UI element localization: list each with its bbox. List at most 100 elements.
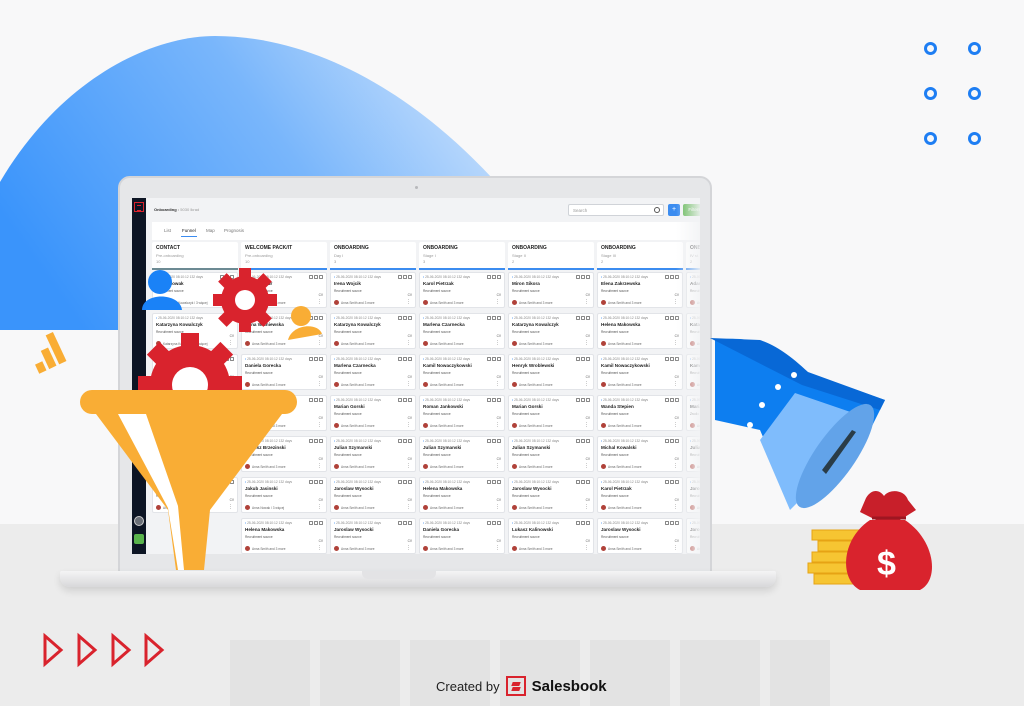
candidate-card[interactable]: 25-06-2020 08:10:12 132 daysAnna Wisniew…	[241, 313, 327, 349]
cv-link[interactable]: CV	[408, 334, 412, 338]
checklist-icon[interactable]	[220, 357, 224, 361]
candidate-card[interactable]: 25-06-2020 08:10:12 132 daysJulian Szyma…	[508, 436, 594, 472]
mail-icon[interactable]	[230, 316, 234, 320]
candidate-card[interactable]: 25-06-2020 08:10:12 132 daysJaroslaw Wys…	[508, 477, 594, 513]
calendar-icon[interactable]	[225, 480, 229, 484]
cv-link[interactable]: CV	[319, 498, 323, 502]
calendar-icon[interactable]	[314, 480, 318, 484]
candidate-name[interactable]: Dariusz Brzezinski	[245, 445, 323, 450]
cv-link[interactable]: CV	[319, 334, 323, 338]
checklist-icon[interactable]	[220, 398, 224, 402]
candidate-name[interactable]: Marlena Czarnecka	[334, 363, 412, 368]
checklist-icon[interactable]	[398, 357, 402, 361]
candidate-name[interactable]: Jaroslaw Wysocki	[601, 527, 679, 532]
cv-link[interactable]: CV	[586, 375, 590, 379]
candidate-name[interactable]: Julian Szymanski	[334, 445, 412, 450]
checklist-icon[interactable]	[576, 439, 580, 443]
candidate-card[interactable]: 25-06-2020 08:10:12 132 daysMarta Wojcik…	[152, 477, 238, 513]
candidate-card[interactable]: 25-06-2020 08:10:12 132 daysDaniela Gore…	[419, 518, 505, 554]
cv-link[interactable]: CV	[586, 293, 590, 297]
candidate-name[interactable]: Kamil Nowaczykowski	[601, 363, 679, 368]
candidate-card[interactable]: 25-06-2020 08:10:12 132 daysJan NowakRec…	[152, 354, 238, 390]
calendar-icon[interactable]	[670, 275, 674, 279]
candidate-name[interactable]: Julian Szymanski	[512, 445, 590, 450]
cv-link[interactable]: CV	[230, 498, 234, 502]
candidate-card[interactable]: 25-06-2020 08:10:12 132 daysHenryk Wrobl…	[508, 354, 594, 390]
candidate-name[interactable]: Katarzyna Kowalczyk	[156, 322, 234, 327]
candidate-card[interactable]: 25-06-2020 08:10:12 132 daysRoman Jankow…	[419, 395, 505, 431]
cv-link[interactable]: CV	[408, 375, 412, 379]
calendar-icon[interactable]	[581, 357, 585, 361]
checklist-icon[interactable]	[309, 521, 313, 525]
calendar-icon[interactable]	[581, 275, 585, 279]
candidate-card[interactable]: 25-06-2020 08:10:12 132 daysJaroslaw Wys…	[330, 518, 416, 554]
calendar-icon[interactable]	[581, 480, 585, 484]
checklist-icon[interactable]	[576, 357, 580, 361]
cv-link[interactable]: CV	[230, 293, 234, 297]
candidate-card[interactable]: 25-06-2020 08:10:12 132 daysIrena Wojcik…	[330, 272, 416, 308]
more-menu-icon[interactable]: ⋮	[495, 505, 500, 510]
cv-link[interactable]: CV	[408, 539, 412, 543]
candidate-name[interactable]: Roman Jankowski	[423, 404, 501, 409]
mail-icon[interactable]	[319, 357, 323, 361]
candidate-name[interactable]: Karol Pietrzak	[423, 281, 501, 286]
mail-icon[interactable]	[230, 439, 234, 443]
mail-icon[interactable]	[408, 521, 412, 525]
breadcrumb-label[interactable]: Onboarding	[154, 207, 177, 212]
breadcrumb[interactable]: Onboarding • 5030 Ikrad	[154, 207, 199, 212]
more-menu-icon[interactable]: ⋮	[317, 382, 322, 387]
checklist-icon[interactable]	[220, 316, 224, 320]
checklist-icon[interactable]	[398, 521, 402, 525]
mail-icon[interactable]	[497, 439, 501, 443]
mail-icon[interactable]	[497, 398, 501, 402]
checklist-icon[interactable]	[309, 480, 313, 484]
checklist-icon[interactable]	[487, 316, 491, 320]
cv-link[interactable]: CV	[586, 416, 590, 420]
more-menu-icon[interactable]: ⋮	[228, 382, 233, 387]
candidate-name[interactable]: Piotr Lewandowski	[156, 404, 234, 409]
column-header[interactable]: WELCOME PACK/IT Pre-onboarding 10	[241, 242, 327, 270]
more-menu-icon[interactable]: ⋮	[228, 300, 233, 305]
calendar-icon[interactable]	[225, 439, 229, 443]
calendar-icon[interactable]	[314, 439, 318, 443]
mail-icon[interactable]	[230, 398, 234, 402]
cv-link[interactable]: CV	[408, 498, 412, 502]
candidate-name[interactable]: Kamil Nowaczykowski	[423, 363, 501, 368]
mail-icon[interactable]	[319, 275, 323, 279]
more-menu-icon[interactable]: ⋮	[317, 546, 322, 551]
calendar-icon[interactable]	[314, 398, 318, 402]
checklist-icon[interactable]	[309, 316, 313, 320]
candidate-card[interactable]: 25-06-2020 08:10:12 132 daysKarol Pietrz…	[419, 272, 505, 308]
cv-link[interactable]: CV	[319, 293, 323, 297]
checklist-icon[interactable]	[487, 439, 491, 443]
candidate-name[interactable]: Adam Mazur	[245, 281, 323, 286]
candidate-card[interactable]: 25-06-2020 08:10:12 132 daysLukasz Kalin…	[508, 518, 594, 554]
checklist-icon[interactable]	[220, 275, 224, 279]
calendar-icon[interactable]	[225, 398, 229, 402]
cv-link[interactable]: CV	[497, 293, 501, 297]
candidate-name[interactable]: Anna Wisniewska	[245, 322, 323, 327]
mail-icon[interactable]	[319, 439, 323, 443]
cv-link[interactable]: CV	[497, 498, 501, 502]
mail-icon[interactable]	[408, 439, 412, 443]
more-menu-icon[interactable]: ⋮	[406, 464, 411, 469]
mail-icon[interactable]	[230, 275, 234, 279]
candidate-name[interactable]: Lukasz Kalinowski	[512, 527, 590, 532]
cv-link[interactable]: CV	[586, 498, 590, 502]
candidate-card[interactable]: 25-06-2020 08:10:12 132 daysWanda Stepie…	[597, 395, 683, 431]
candidate-name[interactable]: Helena Makowska	[245, 527, 323, 532]
more-menu-icon[interactable]: ⋮	[406, 505, 411, 510]
more-menu-icon[interactable]: ⋮	[228, 423, 233, 428]
candidate-card[interactable]: 25-06-2020 08:10:12 132 daysHelena Makow…	[597, 313, 683, 349]
more-menu-icon[interactable]: ⋮	[495, 464, 500, 469]
candidate-card[interactable]: 25-06-2020 08:10:12 132 daysAnna NowakRe…	[152, 272, 238, 308]
checklist-icon[interactable]	[398, 439, 402, 443]
candidate-name[interactable]: Daniela Gorecka	[423, 527, 501, 532]
calendar-icon[interactable]	[314, 521, 318, 525]
column-header[interactable]: ONBOARDING Stage I3	[419, 242, 505, 270]
candidate-name[interactable]: Miron Sikora	[512, 281, 590, 286]
candidate-card[interactable]: 25-06-2020 08:10:12 132 daysKamil Nowacz…	[597, 354, 683, 390]
calendar-icon[interactable]	[581, 316, 585, 320]
calendar-icon[interactable]	[492, 521, 496, 525]
cv-link[interactable]: CV	[586, 539, 590, 543]
